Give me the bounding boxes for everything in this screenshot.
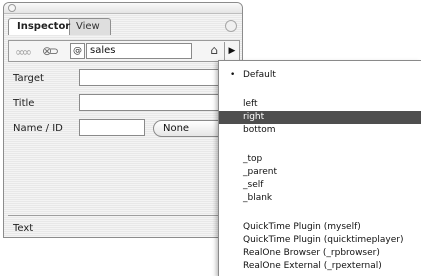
unlink-icon[interactable]: ∞∞	[15, 45, 32, 59]
menu-item-label: QuickTime Plugin (quicktimeplayer)	[243, 235, 404, 245]
chain-link-icon[interactable]: ⊗⊃	[42, 44, 59, 58]
menu-item-bottom[interactable]: bottom	[219, 124, 421, 137]
menu-item-quicktime-myself[interactable]: QuickTime Plugin (myself)	[219, 221, 421, 234]
menu-item-realone-browser[interactable]: RealOne Browser (_rpbrowser)	[219, 247, 421, 260]
palette-titlebar[interactable]	[4, 3, 242, 14]
link-url-field[interactable]: sales	[86, 43, 192, 59]
menu-item-label: left	[243, 99, 258, 109]
target-label: Target	[13, 73, 44, 84]
menu-item-self[interactable]: _self	[219, 179, 421, 192]
menu-item-blank[interactable]: _blank	[219, 192, 421, 205]
title-field[interactable]	[79, 94, 239, 111]
inspector-palette: View Inspector ∞∞ ⊗⊃ @ sales ⌂ ▶ Target …	[3, 2, 243, 238]
menu-item-label: _blank	[243, 193, 273, 203]
target-menu-arrow-icon[interactable]: ▶	[224, 42, 239, 60]
menu-item-right[interactable]: right	[219, 111, 421, 124]
menu-item-label: Default	[243, 70, 276, 80]
close-icon[interactable]	[8, 4, 16, 12]
menu-item-label: QuickTime Plugin (myself)	[243, 222, 361, 232]
name-id-field[interactable]	[79, 119, 145, 136]
title-label: Title	[13, 98, 35, 109]
collapse-icon[interactable]	[225, 20, 237, 32]
name-id-label: Name / ID	[13, 123, 63, 134]
target-field[interactable]	[79, 69, 239, 86]
tab-inspector[interactable]: Inspector	[8, 18, 70, 35]
folder-icon[interactable]: ⌂	[206, 43, 222, 59]
menu-item-label: _self	[243, 180, 264, 190]
text-label: Text	[13, 223, 34, 234]
menu-item-label: _top	[243, 154, 263, 164]
menu-item-label: _parent	[243, 167, 278, 177]
at-icon[interactable]: @	[70, 43, 85, 59]
menu-item-quicktime-player[interactable]: QuickTime Plugin (quicktimeplayer)	[219, 234, 421, 247]
menu-item-label: right	[243, 112, 265, 122]
menu-item-default[interactable]: • Default	[219, 69, 421, 82]
menu-item-label: bottom	[243, 125, 276, 135]
menu-item-top[interactable]: _top	[219, 153, 421, 166]
target-popup-menu: • Default left right bottom _top _parent…	[218, 60, 421, 276]
tab-view[interactable]: View	[67, 18, 111, 35]
menu-item-label: RealOne External (_rpexternal)	[243, 261, 382, 271]
check-mark-icon: •	[230, 70, 236, 80]
menu-item-left[interactable]: left	[219, 98, 421, 111]
divider	[8, 215, 240, 216]
menu-item-realone-external[interactable]: RealOne External (_rpexternal)	[219, 260, 421, 273]
menu-item-label: RealOne Browser (_rpbrowser)	[243, 248, 380, 258]
tab-strip: View Inspector	[4, 15, 242, 35]
menu-item-parent[interactable]: _parent	[219, 166, 421, 179]
link-toolbar: ∞∞ ⊗⊃ @ sales ⌂ ▶	[8, 40, 240, 62]
